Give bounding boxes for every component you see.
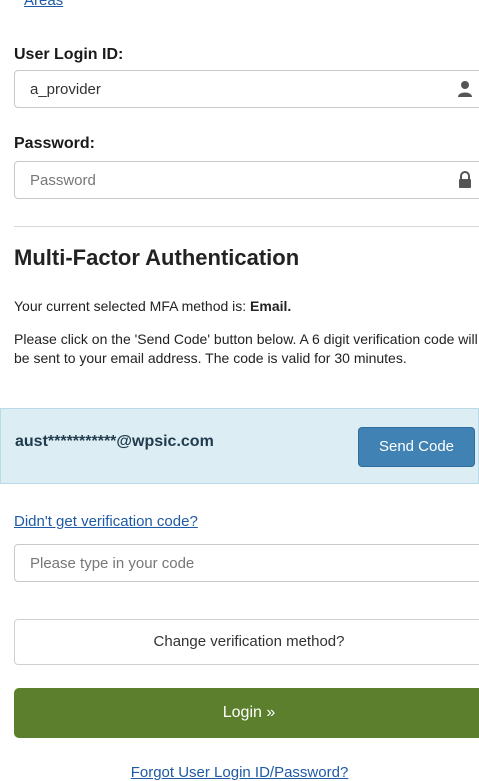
forgot-credentials-link[interactable]: Forgot User Login ID/Password? [0, 764, 479, 781]
user-login-id-input[interactable]: a_provider [14, 70, 479, 108]
masked-email: aust***********@wpsic.com [15, 433, 214, 450]
section-divider [14, 226, 479, 227]
user-icon [458, 81, 472, 97]
user-login-id-value: a_provider [30, 81, 101, 98]
mfa-instructions: Please click on the 'Send Code' button b… [14, 331, 478, 366]
mfa-title: Multi-Factor Authentication [14, 245, 300, 270]
didnt-get-code-link[interactable]: Didn't get verification code? [14, 513, 198, 530]
password-input[interactable]: Password [14, 161, 479, 199]
password-placeholder: Password [30, 172, 96, 189]
email-panel: aust***********@wpsic.com Send Code [0, 408, 479, 484]
areas-link[interactable]: Areas [24, 0, 63, 9]
send-code-button[interactable]: Send Code [358, 427, 475, 467]
login-button[interactable]: Login » [14, 688, 479, 738]
mfa-current-method: Your current selected MFA method is: Ema… [14, 297, 479, 316]
password-label: Password: [14, 135, 95, 152]
change-method-button[interactable]: Change verification method? [14, 619, 479, 665]
lock-icon [459, 171, 471, 188]
verification-code-placeholder: Please type in your code [30, 555, 195, 572]
mfa-current-method-value: Email. [250, 298, 292, 314]
user-login-id-label: User Login ID: [14, 46, 124, 63]
mfa-current-method-prefix: Your current selected MFA method is: [14, 298, 251, 314]
verification-code-input[interactable]: Please type in your code [14, 544, 479, 582]
